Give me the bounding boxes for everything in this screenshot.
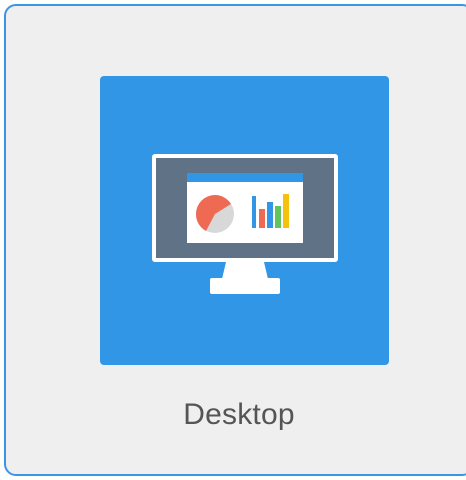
desktop-monitor-icon [152,154,338,294]
bar-chart-bar-2 [259,209,265,228]
desktop-icon-box [100,76,389,365]
desktop-option-tile[interactable]: Desktop [4,4,466,476]
monitor-stand-base [210,278,280,294]
monitor-stand-neck [222,262,268,279]
tile-label: Desktop [183,398,295,431]
bar-chart-bar-1 [252,196,256,228]
bar-chart-bar-4 [275,206,281,228]
bar-chart-bar-3 [267,202,273,228]
bar-chart-bar-5 [283,194,289,228]
dashboard-header-bar [187,173,303,182]
